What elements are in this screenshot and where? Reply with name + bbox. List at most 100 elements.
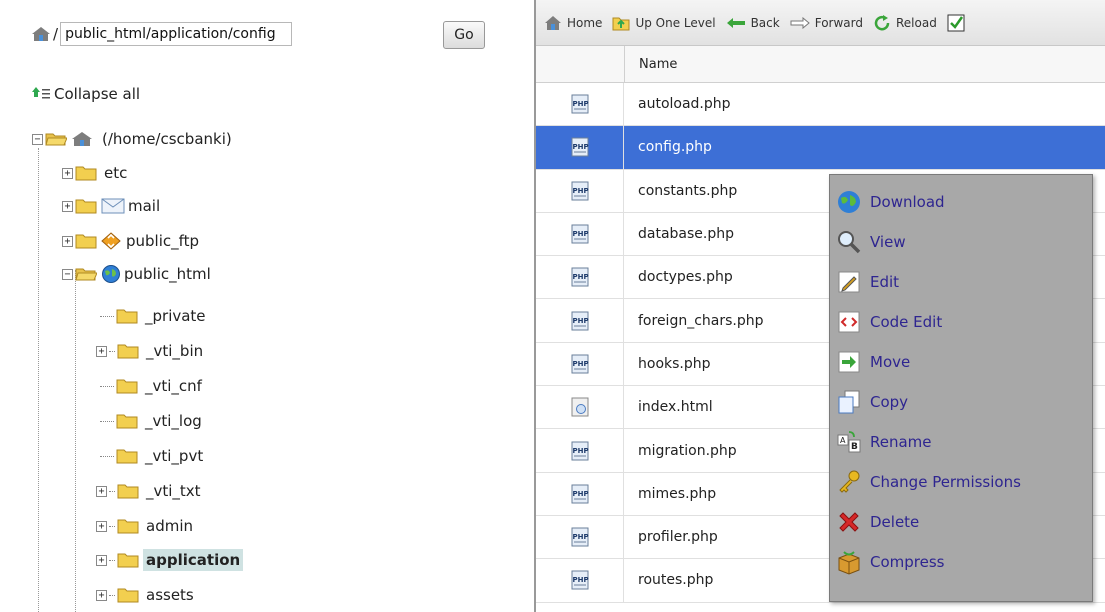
tree-node-root[interactable]: − (/home/cscbanki) (32, 128, 235, 150)
menu-item-change-permissions[interactable]: Change Permissions (836, 469, 1021, 495)
tree-node-label: public_html (124, 265, 211, 283)
forward-arrow-icon (790, 16, 810, 29)
menu-item-move[interactable]: Move (836, 349, 910, 375)
menu-item-code-edit[interactable]: Code Edit (836, 309, 942, 335)
compress-icon (838, 551, 860, 575)
context-menu: Download View Edit Code Edit Move Copy A… (829, 174, 1093, 602)
up-one-level-button[interactable]: Up One Level (612, 15, 716, 31)
red-x-icon (839, 512, 859, 532)
tree-node-vti-txt[interactable]: + _vti_txt (96, 480, 204, 502)
tree-node-label: public_ftp (126, 232, 200, 250)
tree-node-public-ftp[interactable]: + public_ftp (62, 230, 202, 252)
folder-icon (116, 309, 138, 324)
tree-node-public-html[interactable]: − public_html (62, 263, 214, 285)
file-icon-cell: PHP (536, 83, 624, 126)
forward-label: Forward (814, 15, 863, 30)
svg-text:A: A (840, 436, 846, 445)
tree-toggle[interactable]: + (96, 554, 107, 566)
tree-node-label: mail (128, 197, 161, 215)
menu-item-rename[interactable]: AB Rename (836, 429, 932, 455)
menu-item-download[interactable]: Download (836, 189, 945, 215)
menu-item-edit[interactable]: Edit (836, 269, 899, 295)
move-arrow-icon (838, 351, 860, 373)
tree-node-vti-pvt[interactable]: _vti_pvt (100, 445, 206, 467)
menu-item-label: Code Edit (870, 313, 943, 331)
tree-node-vti-log[interactable]: _vti_log (100, 410, 205, 432)
tree-node-assets[interactable]: + assets (96, 584, 197, 606)
menu-item-compress[interactable]: Compress (836, 549, 944, 575)
tree-node-label: _vti_txt (146, 482, 201, 500)
table-row[interactable]: PHP autoload.php (536, 83, 1105, 127)
svg-text:PHP: PHP (572, 360, 588, 368)
tree-node-vti-cnf[interactable]: _vti_cnf (100, 375, 205, 397)
tree-toggle[interactable]: + (96, 345, 107, 357)
php-file-icon: PHP (571, 527, 588, 547)
menu-item-label: Move (870, 353, 911, 371)
svg-text:B: B (851, 442, 858, 452)
tree-connector (100, 420, 114, 422)
table-row[interactable]: PHP config.php (536, 126, 1105, 170)
svg-text:PHP: PHP (572, 576, 588, 584)
forward-button[interactable]: Forward (790, 16, 863, 30)
folder-icon (75, 166, 97, 181)
tree-toggle[interactable]: + (62, 167, 73, 179)
menu-item-view[interactable]: View (836, 229, 906, 255)
open-folder-icon (45, 133, 67, 146)
tree-connector (100, 455, 114, 457)
go-button[interactable]: Go (443, 21, 485, 49)
tree-toggle[interactable]: − (62, 268, 73, 280)
tree-toggle[interactable]: + (62, 200, 73, 212)
path-bar: / (31, 22, 293, 46)
reload-icon (874, 14, 890, 30)
reload-button[interactable]: Reload (873, 14, 937, 32)
file-icon-cell: PHP (536, 429, 624, 472)
envelope-icon (101, 198, 125, 214)
tree-node-label: _vti_cnf (145, 377, 202, 395)
home-icon[interactable] (31, 25, 51, 43)
svg-text:PHP: PHP (572, 100, 588, 108)
tree-node-private[interactable]: _private (100, 305, 209, 327)
home-button[interactable]: Home (544, 15, 602, 31)
menu-item-copy[interactable]: Copy (836, 389, 908, 415)
pencil-icon (838, 271, 860, 293)
php-file-icon: PHP (571, 181, 588, 201)
tree-node-mail[interactable]: + mail (62, 195, 163, 217)
tree-connector (109, 525, 115, 527)
php-file-icon: PHP (571, 94, 588, 114)
menu-item-delete[interactable]: Delete (836, 509, 919, 535)
tree-toggle[interactable]: + (96, 485, 107, 497)
tree-node-vti-bin[interactable]: + _vti_bin (96, 340, 206, 362)
tree-node-label: admin (146, 517, 193, 535)
tree-connector (109, 559, 115, 561)
svg-text:PHP: PHP (572, 273, 588, 281)
php-file-icon: PHP (571, 267, 588, 287)
tree-connector (109, 594, 115, 596)
collapse-all-link[interactable]: Collapse all (32, 85, 140, 103)
select-all-button[interactable] (947, 14, 970, 32)
tree-node-label: _private (145, 307, 206, 325)
tree-toggle[interactable]: + (96, 520, 107, 532)
tree-node-label: (/home/cscbanki) (102, 130, 232, 148)
tree-toggle[interactable]: + (96, 589, 107, 601)
tree-toggle[interactable]: + (62, 235, 73, 247)
php-file-icon: PHP (571, 570, 588, 590)
tree-guide-line (38, 148, 39, 612)
icon-column-header[interactable] (536, 46, 625, 82)
back-button[interactable]: Back (726, 16, 780, 30)
folder-icon (75, 199, 97, 214)
tree-toggle[interactable]: − (32, 133, 43, 145)
file-name: autoload.php (638, 96, 731, 113)
tree-node-admin[interactable]: + admin (96, 515, 196, 537)
magnifier-icon (838, 231, 861, 254)
path-input[interactable] (60, 22, 293, 46)
file-icon-cell (536, 386, 624, 429)
tree-connector (100, 315, 114, 317)
tree-node-etc[interactable]: + etc (62, 162, 130, 184)
home-label: Home (567, 15, 603, 30)
tree-node-application[interactable]: + application (96, 549, 244, 571)
name-column-header[interactable]: Name (625, 46, 1105, 82)
file-icon-cell: PHP (536, 559, 624, 602)
checkbox-icon (947, 14, 965, 31)
svg-text:PHP: PHP (572, 143, 588, 151)
tree-node-label: assets (146, 586, 194, 604)
